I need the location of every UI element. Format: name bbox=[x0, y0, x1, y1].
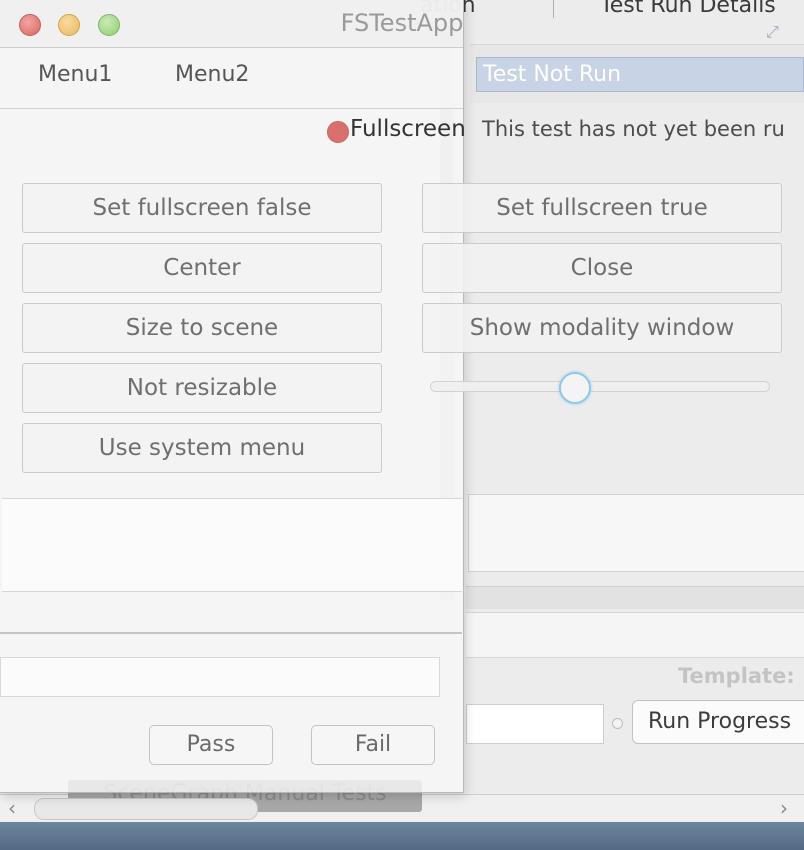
test-status-field: Test Not Run bbox=[476, 57, 804, 92]
minimize-window-icon[interactable] bbox=[58, 14, 80, 36]
run-progress-button[interactable]: Run Progress bbox=[632, 700, 804, 744]
scroll-right-icon[interactable]: › bbox=[780, 796, 788, 820]
zoom-window-icon[interactable] bbox=[98, 14, 120, 36]
comment-input[interactable] bbox=[0, 657, 440, 697]
size-to-scene-button[interactable]: Size to scene bbox=[22, 303, 382, 353]
template-input[interactable] bbox=[466, 704, 604, 744]
center-button[interactable]: Center bbox=[22, 243, 382, 293]
not-resizable-button[interactable]: Not resizable bbox=[22, 363, 382, 413]
test-description: This test has not yet been ru bbox=[482, 117, 785, 141]
status-title: Fullscreen bbox=[350, 116, 466, 142]
use-system-menu-button[interactable]: Use system menu bbox=[22, 423, 382, 473]
set-fullscreen-false-button[interactable]: Set fullscreen false bbox=[22, 183, 382, 233]
set-fullscreen-true-button[interactable]: Set fullscreen true bbox=[422, 183, 782, 233]
show-modality-window-button[interactable]: Show modality window bbox=[422, 303, 782, 353]
status-indicator-icon bbox=[327, 121, 349, 143]
resize-icon[interactable]: ⤢ bbox=[766, 22, 790, 42]
close-window-icon[interactable] bbox=[19, 14, 41, 36]
menu-menu2[interactable]: Menu2 bbox=[175, 62, 249, 87]
close-button[interactable]: Close bbox=[422, 243, 782, 293]
output-text-area[interactable] bbox=[2, 498, 462, 592]
horizontal-scroll-thumb[interactable] bbox=[34, 798, 258, 820]
pass-button[interactable]: Pass bbox=[149, 725, 273, 765]
tab-separator bbox=[553, 0, 554, 18]
desktop-background bbox=[0, 822, 804, 850]
fail-button[interactable]: Fail bbox=[311, 725, 435, 765]
notes-panel[interactable] bbox=[468, 494, 804, 572]
menu-menu1[interactable]: Menu1 bbox=[38, 62, 112, 87]
tab-test-run-details[interactable]: Test Run Details bbox=[600, 0, 776, 18]
log-field[interactable] bbox=[466, 612, 804, 658]
section-divider bbox=[0, 632, 462, 634]
scroll-left-icon[interactable]: ‹ bbox=[8, 796, 16, 820]
panel-divider bbox=[466, 586, 804, 609]
opacity-slider[interactable] bbox=[430, 381, 770, 392]
template-label: Template: bbox=[678, 664, 795, 688]
option-radio[interactable] bbox=[612, 718, 623, 729]
